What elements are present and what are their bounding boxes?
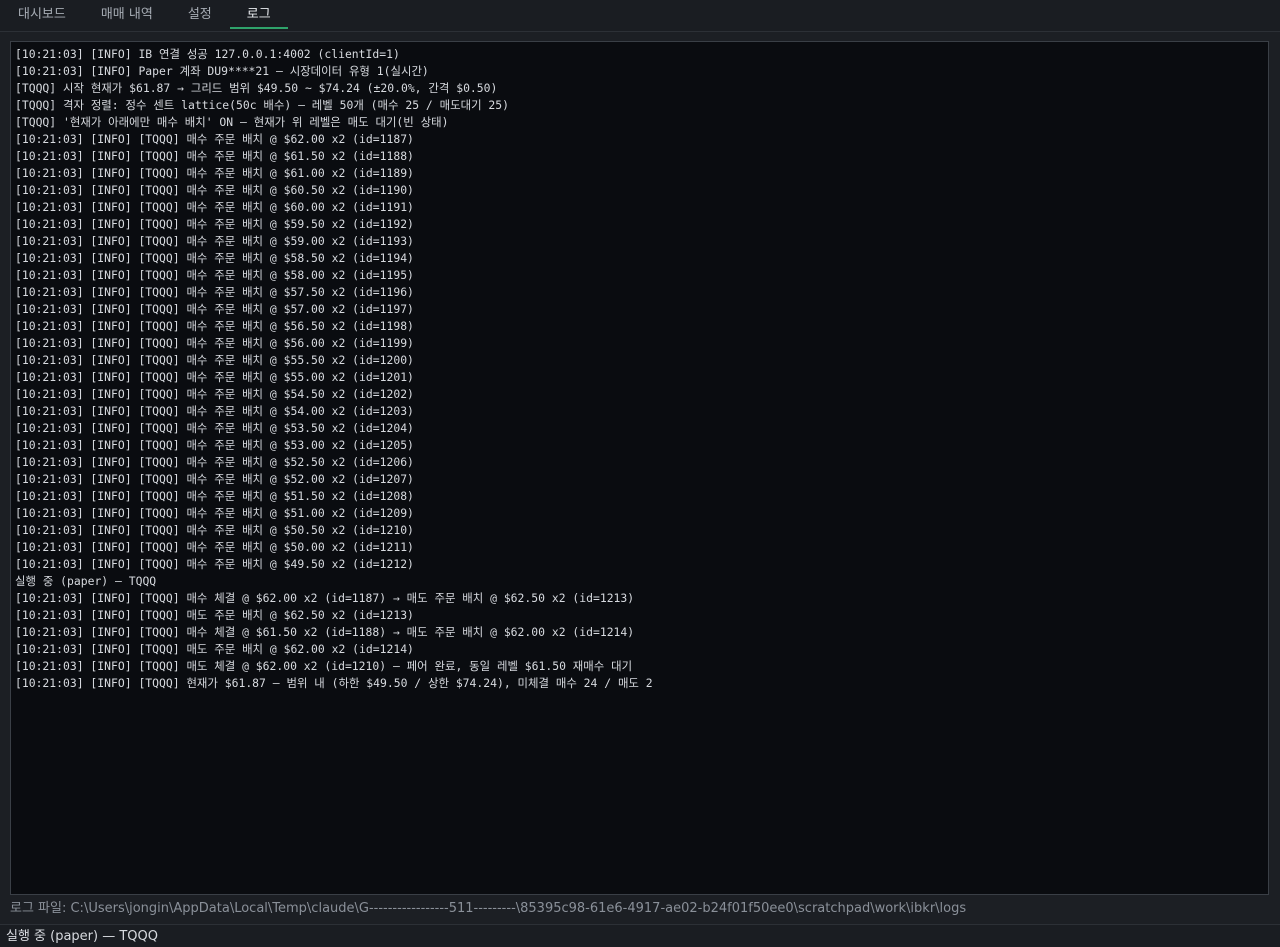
log-line: 실행 중 (paper) — TQQQ (15, 574, 157, 588)
log-line: [10:21:03] [INFO] [TQQQ] 매수 주문 배치 @ $50.… (15, 540, 414, 554)
log-line: [TQQQ] 격자 정렬: 정수 센트 lattice(50c 배수) — 레벨… (15, 98, 509, 112)
tab-bar: 대시보드 매매 내역 설정 로그 (0, 0, 1280, 32)
log-line: [10:21:03] [INFO] [TQQQ] 매수 주문 배치 @ $53.… (15, 438, 414, 452)
log-line: [10:21:03] [INFO] [TQQQ] 매수 주문 배치 @ $56.… (15, 336, 414, 350)
log-line: [10:21:03] [INFO] [TQQQ] 매수 주문 배치 @ $52.… (15, 472, 414, 486)
log-line: [10:21:03] [INFO] [TQQQ] 매수 주문 배치 @ $61.… (15, 149, 414, 163)
log-file-path: 로그 파일: C:\Users\jongin\AppData\Local\Tem… (10, 901, 967, 916)
log-line: [10:21:03] [INFO] [TQQQ] 매수 주문 배치 @ $57.… (15, 302, 414, 316)
log-line: [10:21:03] [INFO] [TQQQ] 매수 주문 배치 @ $54.… (15, 387, 414, 401)
tab-log[interactable]: 로그 (229, 0, 288, 29)
log-line: [10:21:03] [INFO] [TQQQ] 매수 주문 배치 @ $53.… (15, 421, 414, 435)
log-line: [10:21:03] [INFO] [TQQQ] 매수 주문 배치 @ $59.… (15, 234, 414, 248)
log-line: [10:21:03] [INFO] [TQQQ] 매수 주문 배치 @ $60.… (15, 200, 414, 214)
log-line: [10:21:03] [INFO] [TQQQ] 매수 주문 배치 @ $49.… (15, 557, 414, 571)
app-window: 대시보드 매매 내역 설정 로그 [10:21:03] [INFO] IB 연결 성공… (0, 0, 1280, 947)
log-line: [10:21:03] [INFO] [TQQQ] 매수 주문 배치 @ $50.… (15, 523, 414, 537)
log-line: [10:21:03] [INFO] [TQQQ] 매도 주문 배치 @ $62.… (15, 642, 414, 656)
log-line: [10:21:03] [INFO] [TQQQ] 매도 주문 배치 @ $62.… (15, 608, 414, 622)
log-line: [10:21:03] [INFO] [TQQQ] 매수 주문 배치 @ $56.… (15, 319, 414, 333)
log-line: [10:21:03] [INFO] [TQQQ] 매수 체결 @ $61.50 … (15, 625, 635, 639)
log-line: [10:21:03] [INFO] [TQQQ] 매수 주문 배치 @ $55.… (15, 370, 414, 384)
log-line: [10:21:03] [INFO] [TQQQ] 매수 주문 배치 @ $58.… (15, 251, 414, 265)
tab-dashboard[interactable]: 대시보드 (1, 0, 83, 29)
log-line: [10:21:03] [INFO] [TQQQ] 매수 주문 배치 @ $55.… (15, 353, 414, 367)
log-line: [10:21:03] [INFO] Paper 계좌 DU9****21 — 시… (15, 64, 429, 78)
log-output[interactable]: [10:21:03] [INFO] IB 연결 성공 127.0.0.1:400… (10, 41, 1269, 895)
log-line: [10:21:03] [INFO] [TQQQ] 매도 체결 @ $62.00 … (15, 659, 633, 673)
log-line: [10:21:03] [INFO] [TQQQ] 매수 주문 배치 @ $54.… (15, 404, 414, 418)
log-line: [10:21:03] [INFO] [TQQQ] 매수 주문 배치 @ $52.… (15, 455, 414, 469)
log-line: [10:21:03] [INFO] [TQQQ] 매수 주문 배치 @ $61.… (15, 166, 414, 180)
log-line: [10:21:03] [INFO] [TQQQ] 매수 주문 배치 @ $51.… (15, 506, 414, 520)
log-line: [10:21:03] [INFO] [TQQQ] 매수 주문 배치 @ $60.… (15, 183, 414, 197)
status-bar: 실행 중 (paper) — TQQQ (0, 924, 1280, 947)
tab-trade-history[interactable]: 매매 내역 (84, 0, 170, 29)
log-line: [10:21:03] [INFO] [TQQQ] 매수 주문 배치 @ $62.… (15, 132, 414, 146)
log-line: [10:21:03] [INFO] [TQQQ] 매수 체결 @ $62.00 … (15, 591, 635, 605)
tab-settings[interactable]: 설정 (171, 0, 229, 29)
log-line: [10:21:03] [INFO] [TQQQ] 매수 주문 배치 @ $59.… (15, 217, 414, 231)
log-line: [10:21:03] [INFO] IB 연결 성공 127.0.0.1:400… (15, 47, 400, 61)
log-line: [10:21:03] [INFO] [TQQQ] 매수 주문 배치 @ $51.… (15, 489, 414, 503)
log-line: [TQQQ] 시작 현재가 $61.87 → 그리드 범위 $49.50 ~ $… (15, 81, 498, 95)
log-line: [10:21:03] [INFO] [TQQQ] 현재가 $61.87 — 범위… (15, 676, 653, 690)
log-line: [10:21:03] [INFO] [TQQQ] 매수 주문 배치 @ $58.… (15, 268, 414, 282)
log-line: [TQQQ] '현재가 아래에만 매수 배치' ON — 현재가 위 레벨은 매… (15, 115, 449, 129)
status-text: 실행 중 (paper) — TQQQ (6, 929, 159, 944)
log-line: [10:21:03] [INFO] [TQQQ] 매수 주문 배치 @ $57.… (15, 285, 414, 299)
